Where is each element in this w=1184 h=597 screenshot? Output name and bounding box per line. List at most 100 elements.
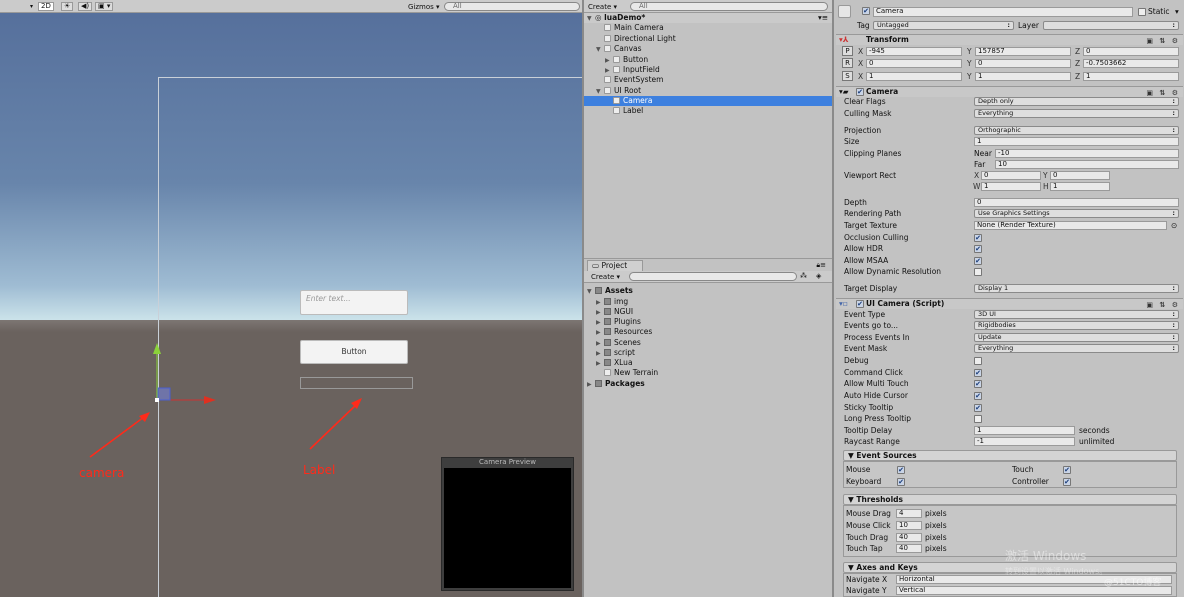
- target-display-dropdown[interactable]: Display 1: [974, 284, 1179, 293]
- asset-folder[interactable]: ▶ XLua: [584, 358, 832, 368]
- hierarchy-item[interactable]: Label: [584, 106, 832, 116]
- mouse-drag-field[interactable]: 4: [896, 509, 922, 518]
- static-checkbox[interactable]: [1138, 8, 1146, 16]
- touch-drag-field[interactable]: 40: [896, 533, 922, 542]
- asset-folder[interactable]: ▶ Plugins: [584, 317, 832, 327]
- keyboard-checkbox[interactable]: [897, 478, 905, 486]
- auto-hide-checkbox[interactable]: [974, 392, 982, 400]
- fold-down-icon[interactable]: ▼: [596, 45, 604, 55]
- scale-z-field[interactable]: 1: [1083, 72, 1179, 81]
- object-picker-icon[interactable]: ⊙: [1171, 221, 1177, 230]
- depth-field[interactable]: 0: [974, 198, 1179, 207]
- size-field[interactable]: 1: [974, 137, 1179, 146]
- scene-view[interactable]: ▾ 2D ☀ ◀) ▣ ▾ Gizmos ▾ All Enter text...…: [0, 0, 582, 597]
- debug-checkbox[interactable]: [974, 357, 982, 365]
- scale-x-field[interactable]: 1: [866, 72, 962, 81]
- scale-reset-button[interactable]: S: [842, 71, 853, 81]
- controller-checkbox[interactable]: [1063, 478, 1071, 486]
- msaa-checkbox[interactable]: [974, 257, 982, 265]
- filter-type-icon[interactable]: ⁂: [800, 272, 807, 280]
- project-tab[interactable]: ▭ Project: [587, 260, 643, 271]
- events-go-to-dropdown[interactable]: Rigidbodies: [974, 321, 1179, 330]
- transform-header[interactable]: ▾⅄ Transform ▣ ⇅ ⚙: [836, 34, 1183, 45]
- target-texture-field[interactable]: None (Render Texture): [974, 221, 1167, 230]
- hierarchy-search-input[interactable]: All: [630, 2, 828, 11]
- touch-tap-field[interactable]: 40: [896, 544, 922, 553]
- hdr-checkbox[interactable]: [974, 245, 982, 253]
- rotation-reset-button[interactable]: R: [842, 58, 853, 68]
- asset-folder[interactable]: ▶ img: [584, 297, 832, 307]
- position-z-field[interactable]: 0: [1083, 47, 1179, 56]
- multi-touch-checkbox[interactable]: [974, 380, 982, 388]
- project-search-input[interactable]: [629, 272, 797, 281]
- hierarchy-item[interactable]: ▼ UI Root: [584, 86, 832, 96]
- event-sources-header[interactable]: ▼ Event Sources: [843, 450, 1177, 461]
- hierarchy-item[interactable]: Main Camera: [584, 23, 832, 33]
- touch-checkbox[interactable]: [1063, 466, 1071, 474]
- rotation-x-field[interactable]: 0: [866, 59, 962, 68]
- thresholds-header[interactable]: ▼ Thresholds: [843, 494, 1177, 505]
- tooltip-delay-field[interactable]: 1: [974, 426, 1075, 435]
- asset-folder[interactable]: ▶ Resources: [584, 327, 832, 337]
- rendering-path-dropdown[interactable]: Use Graphics Settings: [974, 209, 1179, 218]
- event-mask-dropdown[interactable]: Everything: [974, 344, 1179, 353]
- fold-down-icon[interactable]: ▼: [587, 287, 595, 297]
- near-field[interactable]: -10: [995, 149, 1179, 158]
- hierarchy-item[interactable]: ▶ Button: [584, 55, 832, 65]
- component-menu-icons[interactable]: ▣ ⇅ ⚙: [1146, 300, 1180, 310]
- object-name-field[interactable]: Camera: [873, 7, 1133, 17]
- scene-root-row[interactable]: ▼ ◎ luaDemo* ▾≡: [584, 13, 832, 23]
- asset-folder[interactable]: ▶ Scenes: [584, 338, 832, 348]
- sticky-checkbox[interactable]: [974, 404, 982, 412]
- packages-folder[interactable]: ▶ Packages: [584, 379, 832, 389]
- hierarchy-item[interactable]: ▼ Canvas: [584, 44, 832, 54]
- raycast-field[interactable]: -1: [974, 437, 1075, 446]
- asset-folder[interactable]: ▶ script: [584, 348, 832, 358]
- ui-camera-header[interactable]: ▾▫ UI Camera (Script) ▣ ⇅ ⚙: [836, 298, 1183, 309]
- rotation-z-field[interactable]: -0.7503662: [1083, 59, 1179, 68]
- camera-enabled-checkbox[interactable]: [856, 88, 864, 96]
- mouse-click-field[interactable]: 10: [896, 521, 922, 530]
- far-field[interactable]: 10: [995, 160, 1179, 169]
- long-press-checkbox[interactable]: [974, 415, 982, 423]
- culling-mask-dropdown[interactable]: Everything: [974, 109, 1179, 118]
- viewport-y-field[interactable]: 0: [1050, 171, 1110, 180]
- project-create-button[interactable]: Create ▾: [591, 273, 620, 281]
- scene-menu-icon[interactable]: ▾≡: [818, 13, 828, 23]
- assets-folder[interactable]: ▼ Assets: [584, 286, 832, 296]
- viewport-x-field[interactable]: 0: [981, 171, 1041, 180]
- rotation-y-field[interactable]: 0: [975, 59, 1071, 68]
- fold-right-icon[interactable]: ▶: [605, 56, 613, 66]
- component-menu-icons[interactable]: ▣ ⇅ ⚙: [1146, 36, 1180, 46]
- camera-header[interactable]: ▾▰Camera▣ ⇅ ⚙: [836, 86, 1183, 97]
- projection-dropdown[interactable]: Orthographic: [974, 126, 1179, 135]
- fold-right-icon[interactable]: ▶: [587, 380, 595, 390]
- static-dropdown-icon[interactable]: ▾: [1175, 7, 1179, 16]
- ui-camera-enabled-checkbox[interactable]: [856, 300, 864, 308]
- lock-icon[interactable]: 🔒︎≡: [816, 261, 826, 270]
- hierarchy-item[interactable]: ▶ InputField: [584, 65, 832, 75]
- position-y-field[interactable]: 157857: [975, 47, 1071, 56]
- hierarchy-item-selected[interactable]: Camera: [584, 95, 832, 106]
- occlusion-checkbox[interactable]: [974, 234, 982, 242]
- hierarchy-create-button[interactable]: Create ▾: [588, 3, 617, 11]
- command-click-checkbox[interactable]: [974, 369, 982, 377]
- hierarchy-item[interactable]: EventSystem: [584, 75, 832, 85]
- position-reset-button[interactable]: P: [842, 46, 853, 56]
- clear-flags-dropdown[interactable]: Depth only: [974, 97, 1179, 106]
- mouse-checkbox[interactable]: [897, 466, 905, 474]
- tag-dropdown[interactable]: Untagged: [873, 21, 1014, 30]
- dynres-checkbox[interactable]: [974, 268, 982, 276]
- viewport-w-field[interactable]: 1: [981, 182, 1041, 191]
- asset-folder[interactable]: ▶ NGUI: [584, 307, 832, 317]
- process-events-dropdown[interactable]: Update: [974, 333, 1179, 342]
- asset-item[interactable]: New Terrain: [584, 368, 832, 378]
- filter-label-icon[interactable]: ◈: [816, 272, 821, 280]
- scale-y-field[interactable]: 1: [975, 72, 1071, 81]
- active-checkbox[interactable]: [862, 7, 870, 15]
- viewport-h-field[interactable]: 1: [1050, 182, 1110, 191]
- layer-dropdown[interactable]: [1043, 21, 1179, 30]
- position-x-field[interactable]: -945: [866, 47, 962, 56]
- hierarchy-item[interactable]: Directional Light: [584, 34, 832, 44]
- event-type-dropdown[interactable]: 3D UI: [974, 310, 1179, 319]
